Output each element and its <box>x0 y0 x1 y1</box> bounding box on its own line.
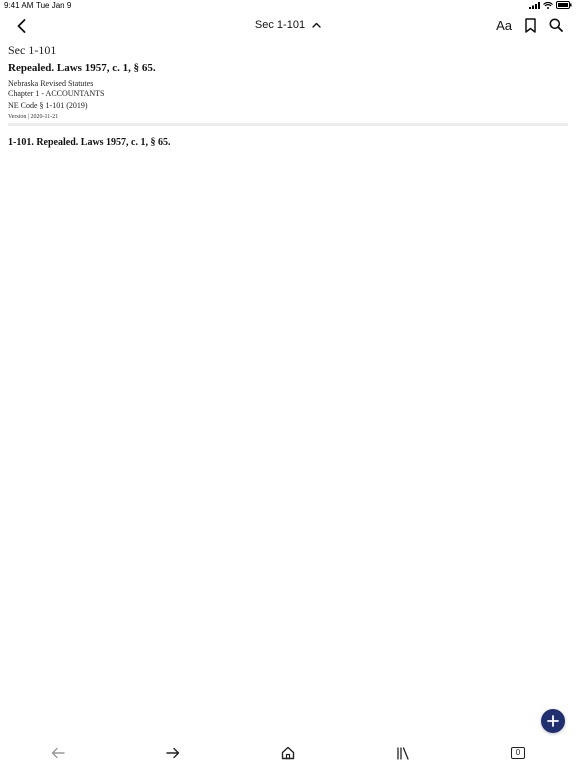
status-bar: 9:41 AM Tue Jan 9 <box>0 0 576 12</box>
text-size-button[interactable]: Aa <box>496 18 512 33</box>
chevron-up-icon <box>311 22 321 28</box>
status-date: Tue Jan 9 <box>36 1 72 10</box>
page-title: Sec 1-101 <box>254 19 306 31</box>
home-icon <box>281 746 295 760</box>
section-heading: Repealed. Laws 1957, c. 1, § 65. <box>8 62 156 74</box>
tabs-icon: 0 <box>511 747 525 759</box>
library-icon <box>397 746 409 760</box>
add-button[interactable] <box>541 709 565 733</box>
document-header: Sec 1-101 Repealed. Laws 1957, c. 1, § 6… <box>8 42 568 122</box>
version-label: Version | 2020-11-21 <box>8 114 59 120</box>
code-citation: NE Code § 1-101 (2019) <box>8 101 88 110</box>
bottom-toolbar: 0 <box>0 740 576 768</box>
bookmark-icon <box>524 17 536 33</box>
bookmark-button[interactable] <box>522 17 538 33</box>
back-nav-button[interactable] <box>48 744 68 762</box>
chapter-name: Chapter 1 - ACCOUNTANTS <box>8 89 105 98</box>
title-caret[interactable] <box>311 20 321 30</box>
back-arrow-icon <box>51 747 65 759</box>
signal-icon <box>529 1 540 9</box>
plus-icon <box>547 715 559 727</box>
search-button[interactable] <box>548 17 564 33</box>
status-icons <box>529 1 572 9</box>
title-switcher[interactable]: Sec 1-101 <box>0 19 576 31</box>
forward-arrow-icon <box>166 747 180 759</box>
navigation-bar: Sec 1-101 Aa <box>0 12 576 40</box>
library-button[interactable] <box>393 744 413 762</box>
home-button[interactable] <box>278 744 298 762</box>
section-number: Sec 1-101 <box>8 43 57 57</box>
battery-icon <box>556 1 572 9</box>
status-time: 9:41 AM <box>4 1 34 10</box>
nav-actions: Aa <box>496 17 564 33</box>
divider <box>8 123 568 126</box>
forward-nav-button[interactable] <box>163 744 183 762</box>
tabs-button[interactable]: 0 <box>508 744 528 762</box>
source-name: Nebraska Revised Statutes <box>8 79 94 88</box>
search-icon <box>549 18 563 32</box>
document-body: 1-101. Repealed. Laws 1957, c. 1, § 65. <box>8 137 171 148</box>
wifi-icon <box>543 1 553 9</box>
